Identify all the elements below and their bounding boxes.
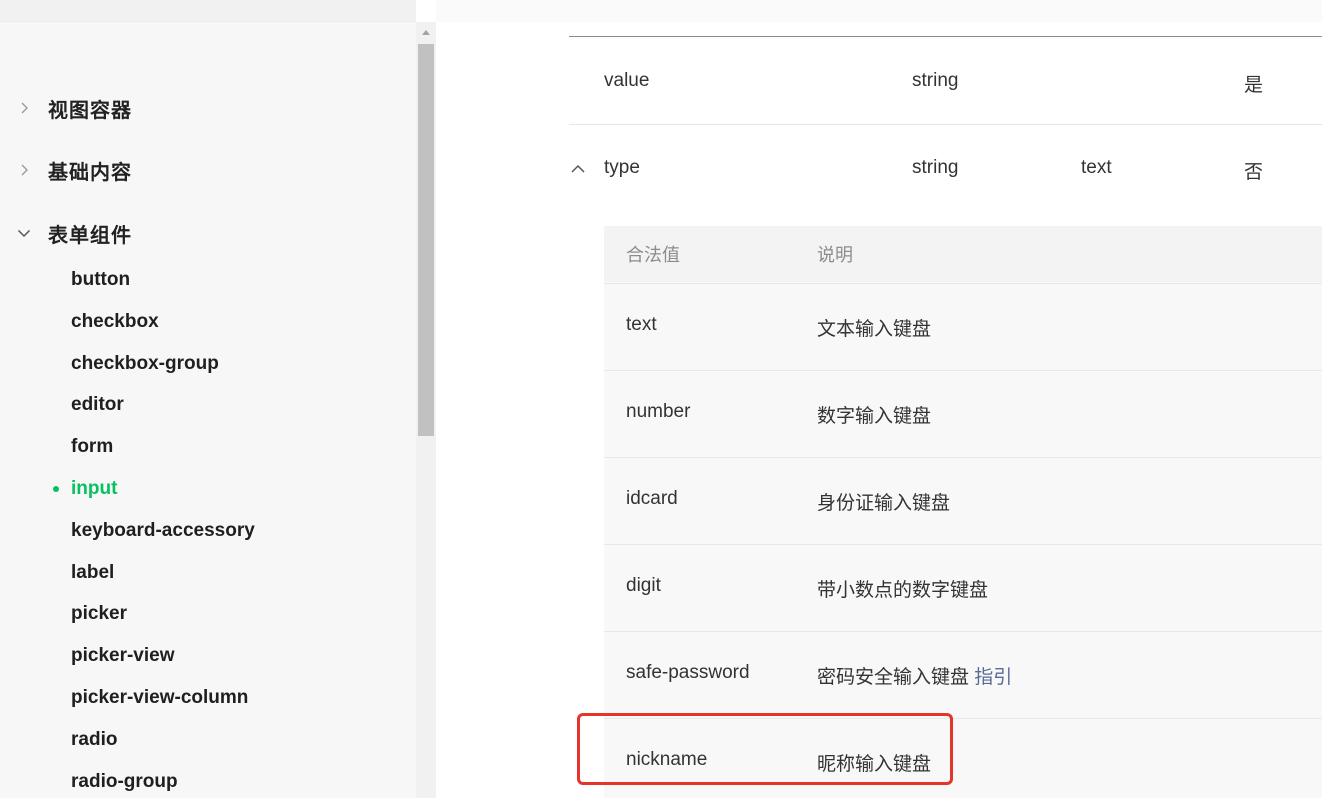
chevron-down-icon <box>0 226 48 240</box>
sidebar-category-label: 基础内容 <box>48 161 132 184</box>
attr-name[interactable]: type <box>604 157 640 179</box>
valid-value: idcard <box>626 488 678 509</box>
sidebar-item-button[interactable]: button <box>71 265 130 295</box>
sidebar-item-checkbox-group[interactable]: checkbox-group <box>71 349 219 379</box>
sidebar-item-label[interactable]: label <box>71 558 114 588</box>
valid-value: text <box>626 314 657 335</box>
table-header-cutoff <box>436 0 1322 22</box>
scrollbar-thumb[interactable] <box>418 44 434 436</box>
main-content: value string 是 type string text 否 合法值 说明… <box>436 0 1322 798</box>
chevron-right-icon <box>0 101 48 115</box>
table-row: idcard 身份证输入键盘 <box>604 457 1322 544</box>
sidebar-category-label: 表单组件 <box>48 224 132 247</box>
attr-default: text <box>1081 157 1112 178</box>
sidebar-item-picker-view[interactable]: picker-view <box>71 641 175 671</box>
attr-required: 否 <box>1244 162 1264 183</box>
sidebar-item-form[interactable]: form <box>71 432 113 462</box>
guide-link[interactable]: 指引 <box>974 667 1012 688</box>
sidebar-item-input[interactable]: input <box>71 474 117 504</box>
table-row: number 数字输入键盘 <box>604 370 1322 457</box>
sidebar-item-picker[interactable]: picker <box>71 599 127 629</box>
sidebar-item-radio[interactable]: radio <box>71 725 117 755</box>
chevron-up-icon[interactable] <box>570 161 586 177</box>
value-description: 文本输入键盘 <box>817 319 932 340</box>
sidebar-category-label: 视图容器 <box>48 99 132 122</box>
table-header-divider <box>569 36 1322 37</box>
active-indicator-dot <box>53 486 59 492</box>
scroll-up-arrow-icon[interactable] <box>416 22 436 42</box>
header-description: 说明 <box>817 245 853 265</box>
valid-values-header: 合法值 说明 <box>604 226 1322 282</box>
sidebar-category-basic-content[interactable]: 基础内容 <box>0 150 132 190</box>
highlight-box <box>577 713 953 785</box>
sidebar-item-picker-view-column[interactable]: picker-view-column <box>71 683 248 713</box>
sidebar-category-view-container[interactable]: 视图容器 <box>0 88 132 128</box>
attr-type: string <box>912 70 959 91</box>
valid-value: digit <box>626 575 661 596</box>
value-description: 带小数点的数字键盘 <box>817 580 989 601</box>
sidebar-nav: 视图容器 基础内容 表单组件 button checkbox checkbox-… <box>0 0 416 798</box>
valid-value: number <box>626 401 691 422</box>
sidebar-scrollbar[interactable] <box>416 22 436 798</box>
attr-name: value <box>604 70 650 91</box>
valid-value: safe-password <box>626 662 750 683</box>
sidebar-item-radio-group[interactable]: radio-group <box>71 767 178 797</box>
sidebar-item-checkbox[interactable]: checkbox <box>71 307 159 337</box>
sidebar-category-form-components[interactable]: 表单组件 <box>0 213 132 253</box>
table-row: digit 带小数点的数字键盘 <box>604 544 1322 631</box>
value-description: 数字输入键盘 <box>817 406 932 427</box>
row-divider <box>569 124 1322 125</box>
sidebar-item-keyboard-accessory[interactable]: keyboard-accessory <box>71 516 255 546</box>
value-description: 密码安全输入键盘 指引 <box>817 662 1012 689</box>
table-row: text 文本输入键盘 <box>604 283 1322 370</box>
attr-type: string <box>912 157 959 178</box>
sidebar-item-editor[interactable]: editor <box>71 390 124 420</box>
header-valid-value: 合法值 <box>626 245 680 265</box>
attr-required: 是 <box>1244 75 1264 96</box>
description-text: 密码安全输入键盘 <box>817 667 970 688</box>
sidebar-top-strip <box>0 0 416 22</box>
value-description: 身份证输入键盘 <box>817 493 951 514</box>
table-row: safe-password 密码安全输入键盘 指引 <box>604 631 1322 718</box>
chevron-right-icon <box>0 163 48 177</box>
